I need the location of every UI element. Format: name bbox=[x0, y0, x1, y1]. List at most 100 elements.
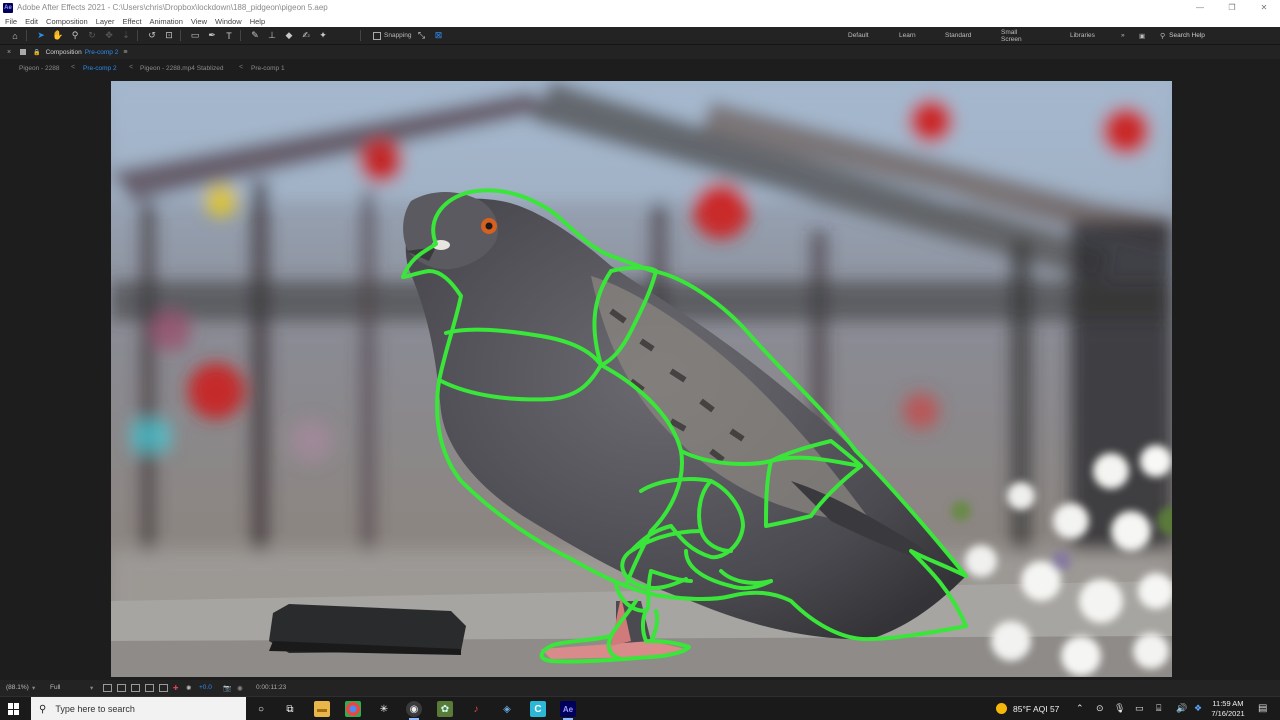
window-title: Adobe After Effects 2021 - C:\Users\chri… bbox=[17, 3, 328, 12]
clone-stamp-tool-icon[interactable]: ⊥ bbox=[265, 29, 279, 43]
menu-composition[interactable]: Composition bbox=[46, 17, 88, 26]
breadcrumb-item-active[interactable]: Pre-comp 2 bbox=[83, 65, 117, 72]
window-controls: — ❐ ✕ bbox=[1184, 0, 1280, 15]
puppet-tool-icon[interactable]: ✦ bbox=[316, 29, 330, 43]
composition-panel-header: × 🔒 Composition Pre-comp 2 ≡ bbox=[0, 44, 1280, 59]
menu-window[interactable]: Window bbox=[215, 17, 242, 26]
after-effects-taskbar-icon[interactable]: Ae bbox=[560, 701, 576, 720]
workspace-more-icon[interactable]: » bbox=[1121, 32, 1125, 39]
app-icon[interactable]: ✿ bbox=[437, 701, 453, 717]
weather-sun-icon[interactable] bbox=[996, 703, 1007, 714]
breadcrumb-item[interactable]: Pre-comp 1 bbox=[251, 65, 285, 72]
battery-icon[interactable]: ▭ bbox=[1135, 703, 1144, 714]
eraser-tool-icon[interactable]: ◆ bbox=[282, 29, 296, 43]
cortana-icon[interactable]: ○ bbox=[253, 701, 269, 717]
rotation-tool-icon[interactable]: ↺ bbox=[145, 29, 159, 43]
selection-tool-icon[interactable]: ➤ bbox=[34, 29, 48, 43]
composition-frame[interactable] bbox=[111, 81, 1172, 677]
notifications-icon[interactable]: ▤ bbox=[1258, 703, 1267, 714]
network-icon[interactable]: ⌸ bbox=[1156, 703, 1161, 714]
comp-menu-icon[interactable]: ≡ bbox=[123, 49, 127, 56]
zoom-tool-icon[interactable]: ⚲ bbox=[68, 29, 82, 43]
toggle-mask-icon[interactable] bbox=[145, 684, 154, 692]
maximize-button[interactable]: ❐ bbox=[1216, 0, 1248, 15]
snapping-checkbox[interactable] bbox=[373, 31, 381, 40]
type-tool-icon[interactable]: T bbox=[222, 29, 236, 43]
menu-animation[interactable]: Animation bbox=[150, 17, 183, 26]
menu-file[interactable]: File bbox=[5, 17, 17, 26]
breadcrumb-separator: < bbox=[71, 64, 76, 71]
hand-tool-icon[interactable]: ✋ bbox=[51, 29, 65, 43]
show-snapshot-icon[interactable]: ◉ bbox=[237, 684, 243, 692]
menu-view[interactable]: View bbox=[191, 17, 207, 26]
current-time-display[interactable]: 0:00:11:23 bbox=[256, 684, 286, 691]
resolution-arrow-icon[interactable]: ▾ bbox=[90, 684, 93, 692]
workspace-default[interactable]: Default bbox=[848, 32, 869, 39]
cinema-app-icon[interactable]: C bbox=[530, 701, 546, 717]
workspace-panel-icon[interactable]: ▣ bbox=[1139, 32, 1145, 40]
menu-edit[interactable]: Edit bbox=[25, 17, 38, 26]
slack-icon[interactable]: ✳ bbox=[376, 701, 392, 717]
orbit-camera-icon[interactable]: ↻ bbox=[85, 29, 99, 43]
windows-start-icon[interactable] bbox=[8, 703, 20, 715]
dolly-camera-icon[interactable]: ⇣ bbox=[119, 29, 133, 43]
weather-text[interactable]: 85°F AQI 57 bbox=[1013, 704, 1059, 714]
task-view-icon[interactable]: ⧉ bbox=[282, 701, 298, 717]
show-hidden-icons-icon[interactable]: ⌃ bbox=[1076, 703, 1084, 714]
app-icon[interactable]: ♪ bbox=[468, 701, 484, 717]
tray-app-icon[interactable]: ⊙ bbox=[1096, 703, 1104, 714]
close-button[interactable]: ✕ bbox=[1248, 0, 1280, 15]
chrome-icon[interactable] bbox=[345, 701, 361, 717]
tools-toolbar: ⌂ ➤ ✋ ⚲ ↻ ✥ ⇣ ↺ ⊡ ▭ ✒ T ✎ ⊥ ◆ ✍ ✦ Snappi… bbox=[0, 27, 1280, 44]
menu-layer[interactable]: Layer bbox=[96, 17, 115, 26]
color-channel-icon[interactable]: ✚ bbox=[173, 684, 178, 692]
brush-tool-icon[interactable]: ✎ bbox=[248, 29, 262, 43]
exposure-value[interactable]: +0.0 bbox=[199, 684, 212, 691]
minimize-button[interactable]: — bbox=[1184, 0, 1216, 15]
volume-icon[interactable]: 🔊 bbox=[1176, 703, 1187, 714]
workspace-small-screen[interactable]: Small Screen bbox=[1001, 29, 1022, 43]
microphone-icon[interactable]: 🎙 bbox=[1114, 703, 1125, 714]
roto-brush-tool-icon[interactable]: ✍ bbox=[299, 29, 313, 43]
workspace-standard[interactable]: Standard bbox=[945, 32, 971, 39]
close-panel-icon[interactable]: × bbox=[7, 49, 11, 56]
clock-date: 7/16/2021 bbox=[1211, 709, 1245, 718]
transparency-grid-icon[interactable] bbox=[117, 684, 126, 692]
snapshot-camera-icon[interactable]: 📷 bbox=[223, 684, 231, 692]
pen-tool-icon[interactable]: ✒ bbox=[205, 29, 219, 43]
magnification-dropdown[interactable]: (88.1%) bbox=[6, 684, 29, 691]
snap-options-icon[interactable]: ⤡ bbox=[414, 29, 428, 43]
snapping-label: Snapping bbox=[384, 32, 412, 39]
menu-bar: File Edit Composition Layer Effect Anima… bbox=[0, 15, 1280, 27]
home-icon[interactable]: ⌂ bbox=[8, 29, 22, 43]
snap-target-icon[interactable]: ⊠ bbox=[431, 29, 445, 43]
obs-icon[interactable]: ◉ bbox=[406, 701, 422, 720]
pan-camera-icon[interactable]: ✥ bbox=[102, 29, 116, 43]
pan-behind-tool-icon[interactable]: ⊡ bbox=[162, 29, 176, 43]
app-icon[interactable]: ◈ bbox=[499, 701, 515, 717]
resolution-dropdown[interactable]: Full bbox=[50, 684, 60, 691]
workspace-learn[interactable]: Learn bbox=[899, 32, 916, 39]
menu-help[interactable]: Help bbox=[250, 17, 265, 26]
toolbar-divider bbox=[240, 30, 241, 41]
menu-effect[interactable]: Effect bbox=[122, 17, 141, 26]
dropbox-icon[interactable]: ❖ bbox=[1194, 703, 1202, 714]
breadcrumb-item[interactable]: Pigeon - 2288.mp4 Stablized bbox=[140, 65, 223, 72]
taskbar-search-box[interactable]: ⚲ Type here to search bbox=[31, 697, 246, 720]
rectangle-tool-icon[interactable]: ▭ bbox=[188, 29, 202, 43]
region-of-interest-icon[interactable] bbox=[131, 684, 140, 692]
magnification-arrow-icon[interactable]: ▾ bbox=[32, 684, 35, 692]
composition-name[interactable]: Pre-comp 2 bbox=[85, 49, 119, 56]
breadcrumb-item[interactable]: Pigeon - 2288 bbox=[19, 65, 59, 72]
grid-guides-icon[interactable] bbox=[159, 684, 168, 692]
composition-viewer[interactable] bbox=[0, 77, 1280, 680]
fast-previews-icon[interactable] bbox=[103, 684, 112, 692]
panel-menu-icon[interactable] bbox=[20, 49, 27, 55]
lock-icon[interactable]: 🔒 bbox=[33, 49, 40, 56]
exposure-reset-icon[interactable]: ✺ bbox=[186, 684, 191, 692]
clock[interactable]: 11:59 AM 7/16/2021 bbox=[1208, 699, 1248, 719]
file-explorer-icon[interactable]: ▬ bbox=[314, 701, 330, 717]
toolbar-divider bbox=[180, 30, 181, 41]
workspace-libraries[interactable]: Libraries bbox=[1070, 32, 1095, 39]
search-help[interactable]: ⚲ Search Help bbox=[1160, 30, 1280, 41]
